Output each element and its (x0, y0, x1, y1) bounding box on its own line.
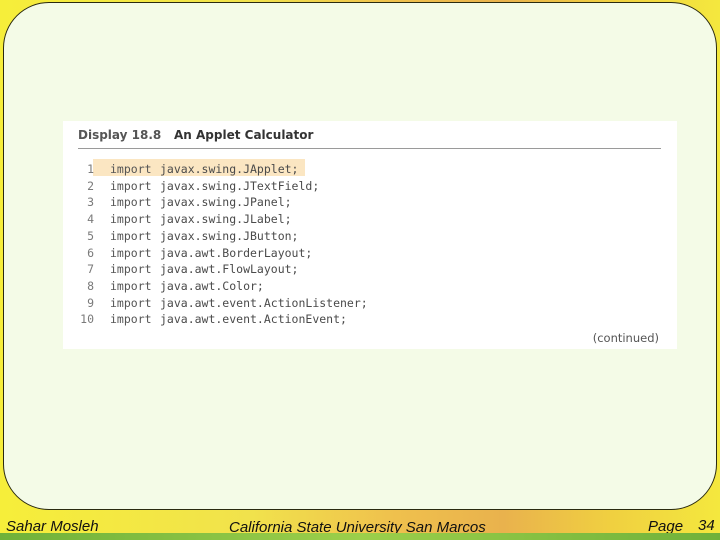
import-path: javax.swing.JButton; (160, 228, 299, 243)
code-line: 8 import java.awt.Color; (78, 278, 658, 294)
line-number: 3 (87, 195, 94, 210)
import-keyword: import (110, 228, 152, 243)
code-line: 1 import javax.swing.JApplet; (78, 161, 658, 177)
line-number: 7 (87, 262, 94, 277)
import-path: javax.swing.JApplet; (160, 162, 299, 176)
footer-green-strip (0, 533, 720, 540)
import-keyword: import (110, 162, 152, 176)
import-keyword: import (110, 245, 152, 260)
import-keyword: import (110, 195, 152, 210)
import-path: java.awt.BorderLayout; (160, 245, 313, 260)
code-line: 3 import javax.swing.JPanel; (78, 194, 658, 210)
code-display-card: Display 18.8 An Applet Calculator 1 impo… (63, 121, 677, 349)
code-line: 4 import javax.swing.JLabel; (78, 211, 658, 227)
display-number: Display 18.8 (78, 128, 162, 142)
display-header: Display 18.8 An Applet Calculator (78, 128, 661, 149)
import-keyword: import (110, 312, 152, 327)
import-keyword: import (110, 295, 152, 310)
code-line: 10 import java.awt.event.ActionEvent; (78, 311, 658, 327)
import-path: javax.swing.JLabel; (160, 212, 292, 227)
import-path: java.awt.event.ActionEvent; (160, 312, 347, 327)
import-path: javax.swing.JTextField; (160, 178, 320, 193)
line-number: 5 (87, 228, 94, 243)
line-number: 6 (87, 245, 94, 260)
code-line: 7 import java.awt.FlowLayout; (78, 261, 658, 277)
line-number: 1 (87, 162, 94, 176)
line-number: 4 (87, 212, 94, 227)
footer-page-number: 34 (698, 517, 715, 534)
import-keyword: import (110, 262, 152, 277)
code-line: 6 import java.awt.BorderLayout; (78, 245, 658, 261)
code-line: 5 import javax.swing.JButton; (78, 228, 658, 244)
line-number: 10 (80, 312, 94, 327)
code-line: 9 import java.awt.event.ActionListener; (78, 295, 658, 311)
import-path: javax.swing.JPanel; (160, 195, 292, 210)
continued-note: (continued) (592, 331, 659, 345)
import-keyword: import (110, 278, 152, 293)
import-keyword: import (110, 212, 152, 227)
display-title: An Applet Calculator (174, 128, 314, 142)
import-keyword: import (110, 178, 152, 193)
import-path: java.awt.event.ActionListener; (160, 295, 368, 310)
code-line: 2 import javax.swing.JTextField; (78, 178, 658, 194)
line-number: 8 (87, 278, 94, 293)
import-path: java.awt.FlowLayout; (160, 262, 299, 277)
line-number: 9 (87, 295, 94, 310)
import-path: java.awt.Color; (160, 278, 264, 293)
line-number: 2 (87, 178, 94, 193)
